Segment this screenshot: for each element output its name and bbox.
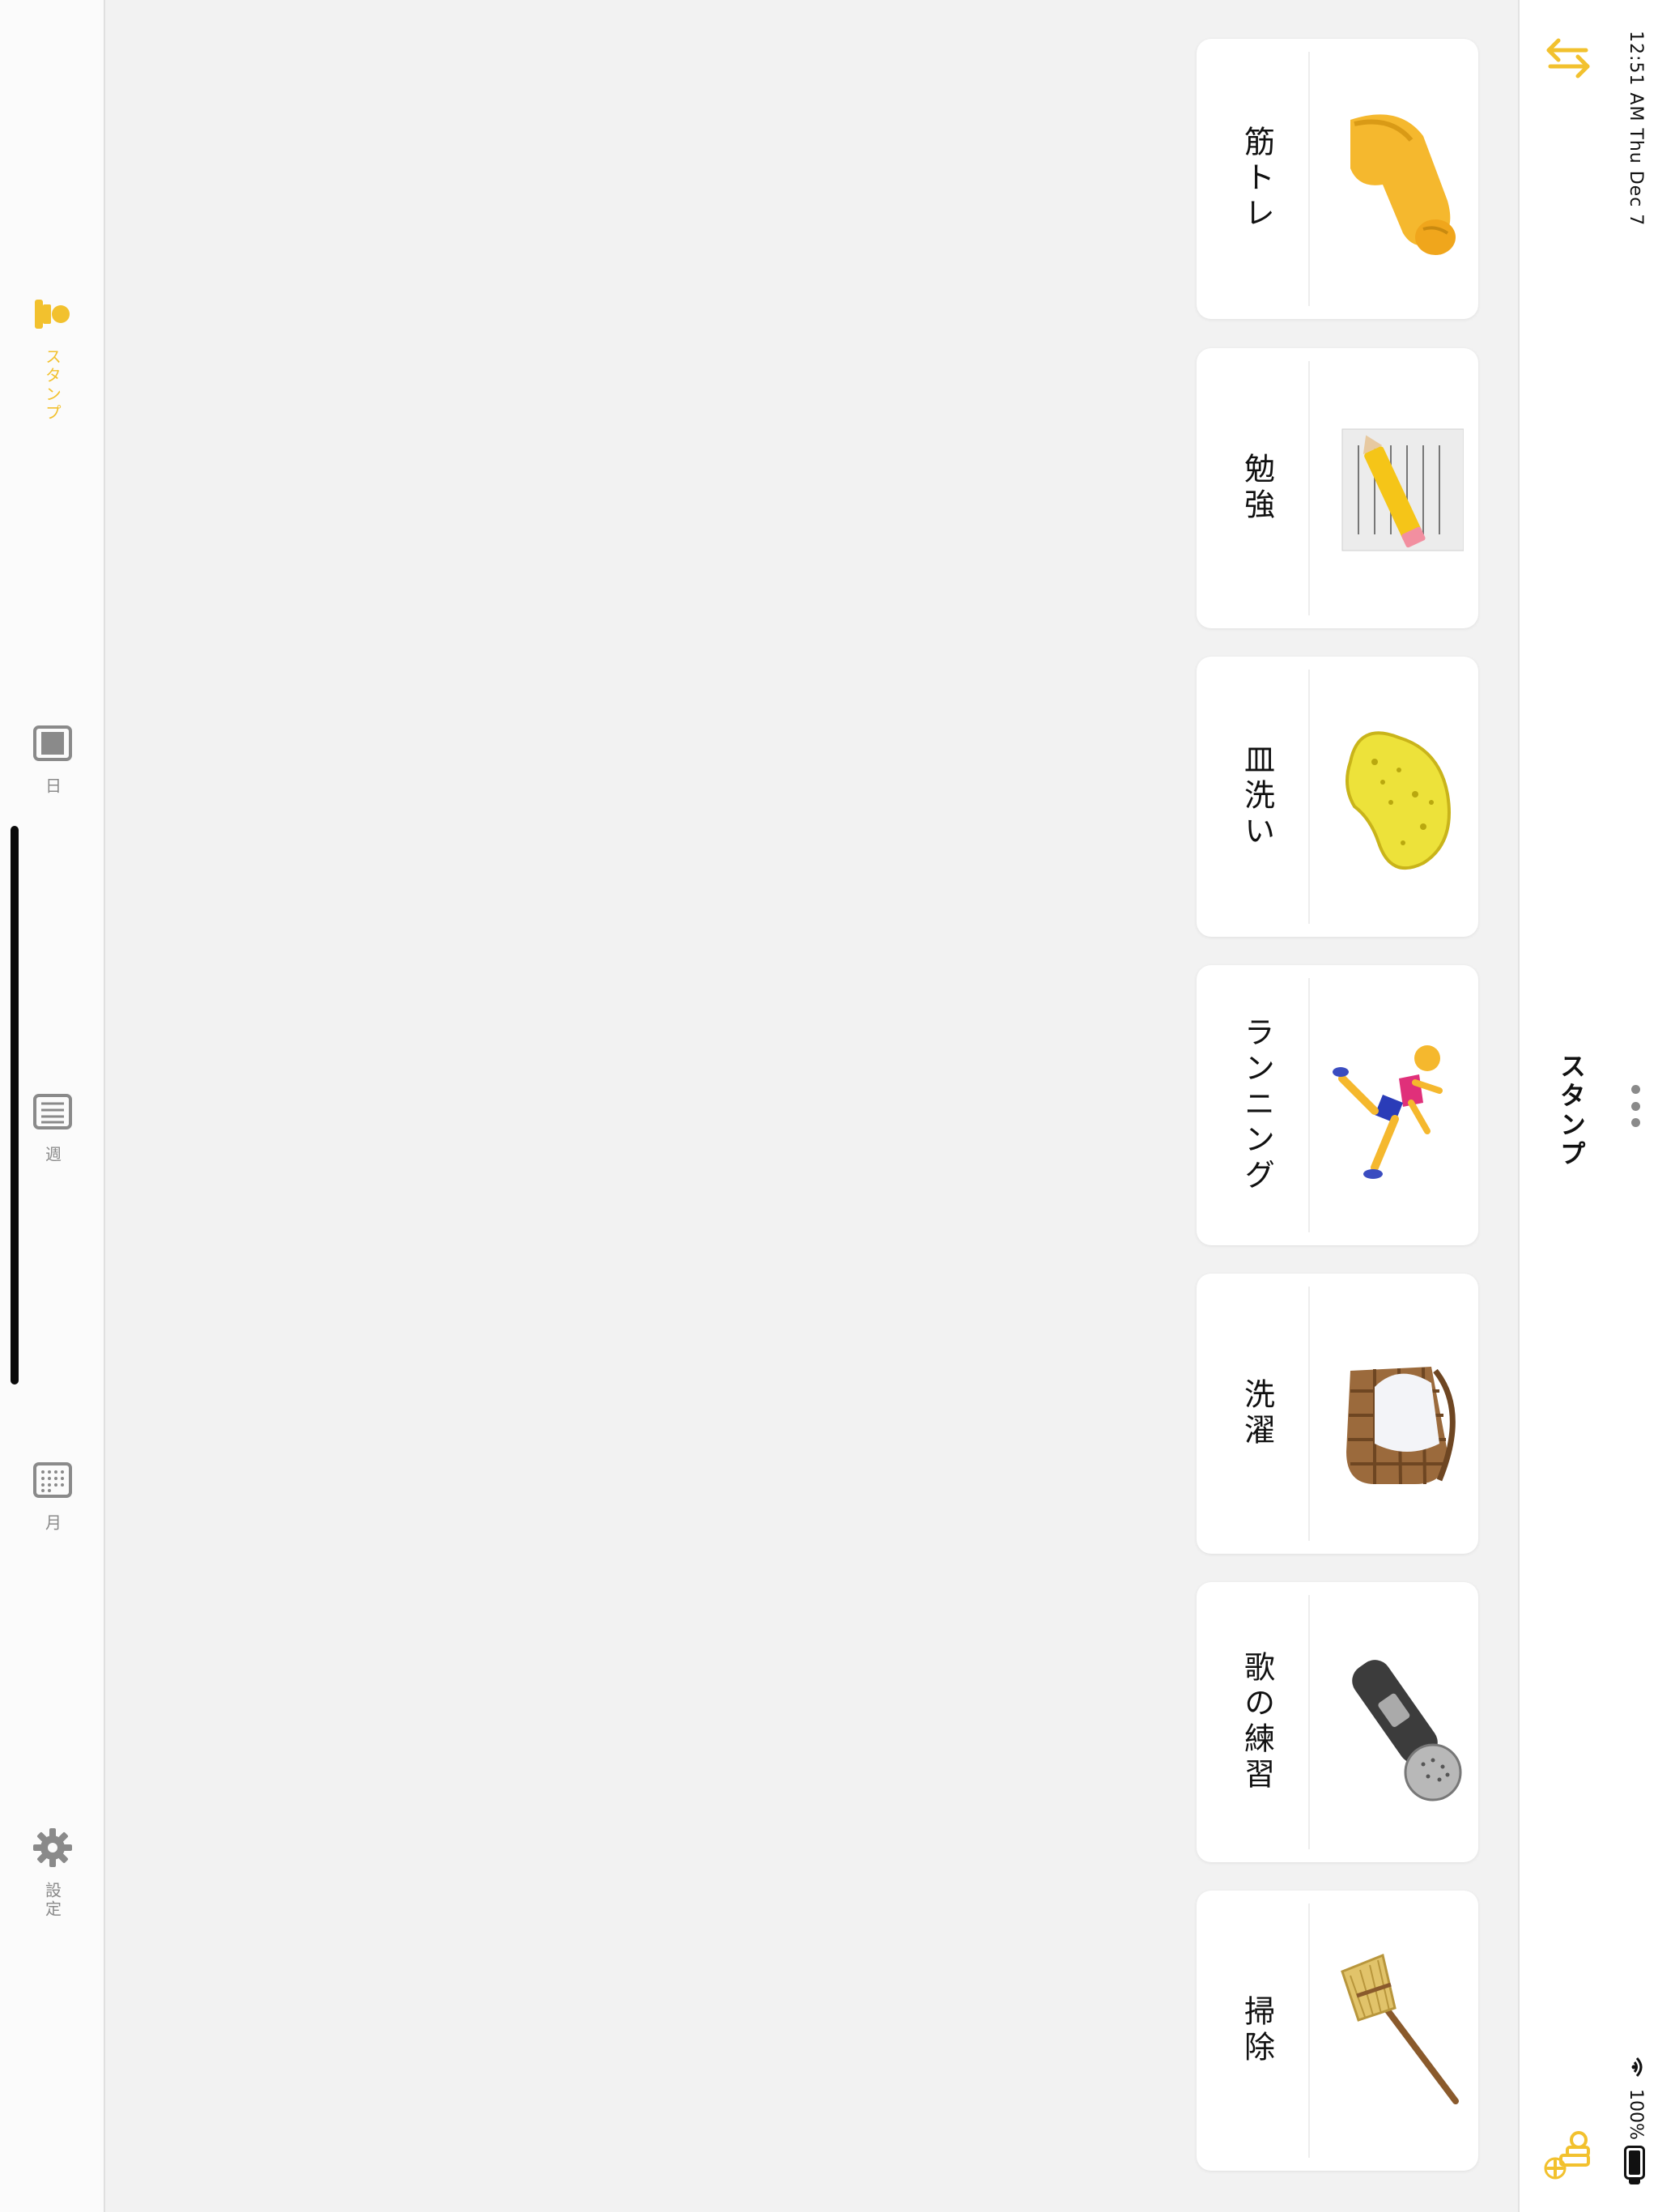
tab-label: スタンプ [42,348,62,423]
broom-icon [1326,1939,1464,2122]
stamp-label: 掃除 [1239,1995,1275,2066]
battery-percentage: 100% [1626,2089,1646,2140]
month-calendar-icon [30,1457,75,1503]
flexed-biceps-icon [1326,87,1464,270]
tab-month[interactable]: 月 [24,1457,81,1533]
card-divider [1308,52,1310,306]
card-divider [1308,361,1310,615]
tab-settings[interactable]: 設定 [24,1825,81,1919]
card-divider [1308,1904,1310,2158]
stamp-label: 筋トレ [1239,125,1275,232]
gear-icon [30,1825,75,1870]
running-person-icon [1326,1014,1464,1197]
tab-label: 週 [42,1146,62,1164]
stamp-label: ランニング [1239,1016,1275,1194]
card-divider [1308,670,1310,924]
sponge-icon [1326,705,1464,888]
stamp-card-laundry[interactable]: 洗濯 [1197,1274,1478,1554]
day-view-icon [30,721,75,766]
tab-label: 日 [42,777,62,796]
card-divider [1308,978,1310,1232]
stamp-card-singing[interactable]: 歌の練習 [1197,1582,1478,1862]
stamp-card-running[interactable]: ランニング [1197,965,1478,1245]
tab-label: 月 [42,1514,62,1533]
laundry-basket-icon [1326,1322,1464,1505]
tab-week[interactable]: 週 [24,1089,81,1164]
card-divider [1308,1287,1310,1541]
stamp-label: 歌の練習 [1239,1651,1275,1793]
memo-pencil-icon [1326,397,1465,580]
stamp-card-cleaning[interactable]: 掃除 [1197,1891,1478,2171]
stamp-icon [30,291,75,337]
stamp-label: 洗濯 [1239,1378,1275,1449]
status-time-date: 12:51 AM Thu Dec 7 [1626,31,1646,227]
stamp-label: 皿洗い [1239,743,1275,850]
home-indicator[interactable] [11,826,19,1385]
page-title: スタンプ [1556,1053,1587,1169]
tab-day[interactable]: 日 [24,721,81,796]
swap-arrows-icon[interactable] [1542,32,1594,84]
tab-label: 設定 [42,1882,62,1919]
add-stamp-icon[interactable] [1543,2128,1596,2181]
more-dots-icon[interactable] [1626,1085,1645,1127]
card-divider [1308,1595,1310,1849]
stamp-card-workout[interactable]: 筋トレ [1197,39,1478,319]
wifi-icon [1624,2055,1648,2079]
stamp-card-dishwashing[interactable]: 皿洗い [1197,657,1478,937]
battery-icon [1624,2146,1645,2180]
tab-stamp[interactable]: スタンプ [24,291,81,423]
microphone-icon [1326,1631,1464,1814]
stamp-label: 勉強 [1239,453,1275,524]
stamp-card-study[interactable]: 勉強 [1197,348,1478,628]
battery-cap [1629,2180,1640,2184]
week-view-icon [30,1089,75,1134]
